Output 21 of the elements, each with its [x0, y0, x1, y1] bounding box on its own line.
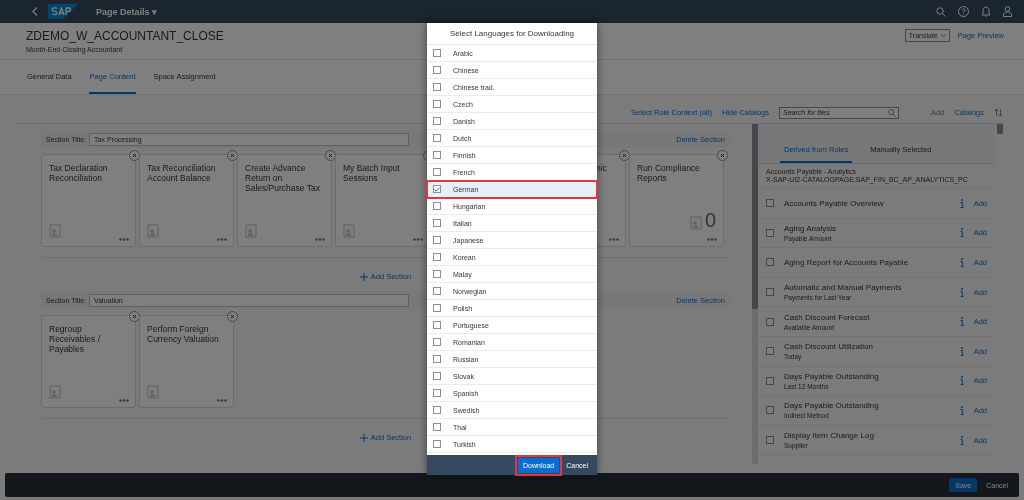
- tile-title: Automatic and Manual Payments: [784, 283, 903, 293]
- tile-title: Aging Report for Accounts Payable: [784, 258, 910, 267]
- tile-title: Create Advance Return on Sales/Purchase Tax: [245, 163, 321, 193]
- kpi-value: 0: [704, 210, 716, 230]
- tile-title: Display Item Change Log: [784, 431, 875, 441]
- tile-title: Cash Discount Forecast: [784, 312, 871, 322]
- tile-title: Perform Foreign Currency Valuation: [147, 324, 220, 344]
- tile-title: Days Payable Outstanding: [784, 401, 880, 411]
- tile-title: Tax Declaration Reconciliation: [49, 163, 109, 183]
- tile-title: Run Compliance Reports: [637, 163, 701, 183]
- tile-title: Aging Analysis: [784, 223, 838, 233]
- tile-title: Cash Discount Utilization: [784, 342, 874, 352]
- tile-title: Days Payable Outstanding: [784, 371, 880, 381]
- tile-title: Accounts Payable Overview: [784, 198, 885, 208]
- tile-title: Regroup Receivables / Payables: [49, 324, 102, 354]
- page-title-menu[interactable]: Page Details ▾: [96, 6, 158, 17]
- page-id-title: ZDEMO_W_ACCOUNTANT_CLOSE: [26, 29, 224, 43]
- dialog-title: Select Languages for Downloading: [427, 23, 597, 45]
- tile-title: Tax Reconciliation Account Balance: [147, 163, 217, 183]
- tile-title: My Batch Input Sessions: [343, 163, 401, 183]
- tile-title: nic: [595, 163, 608, 173]
